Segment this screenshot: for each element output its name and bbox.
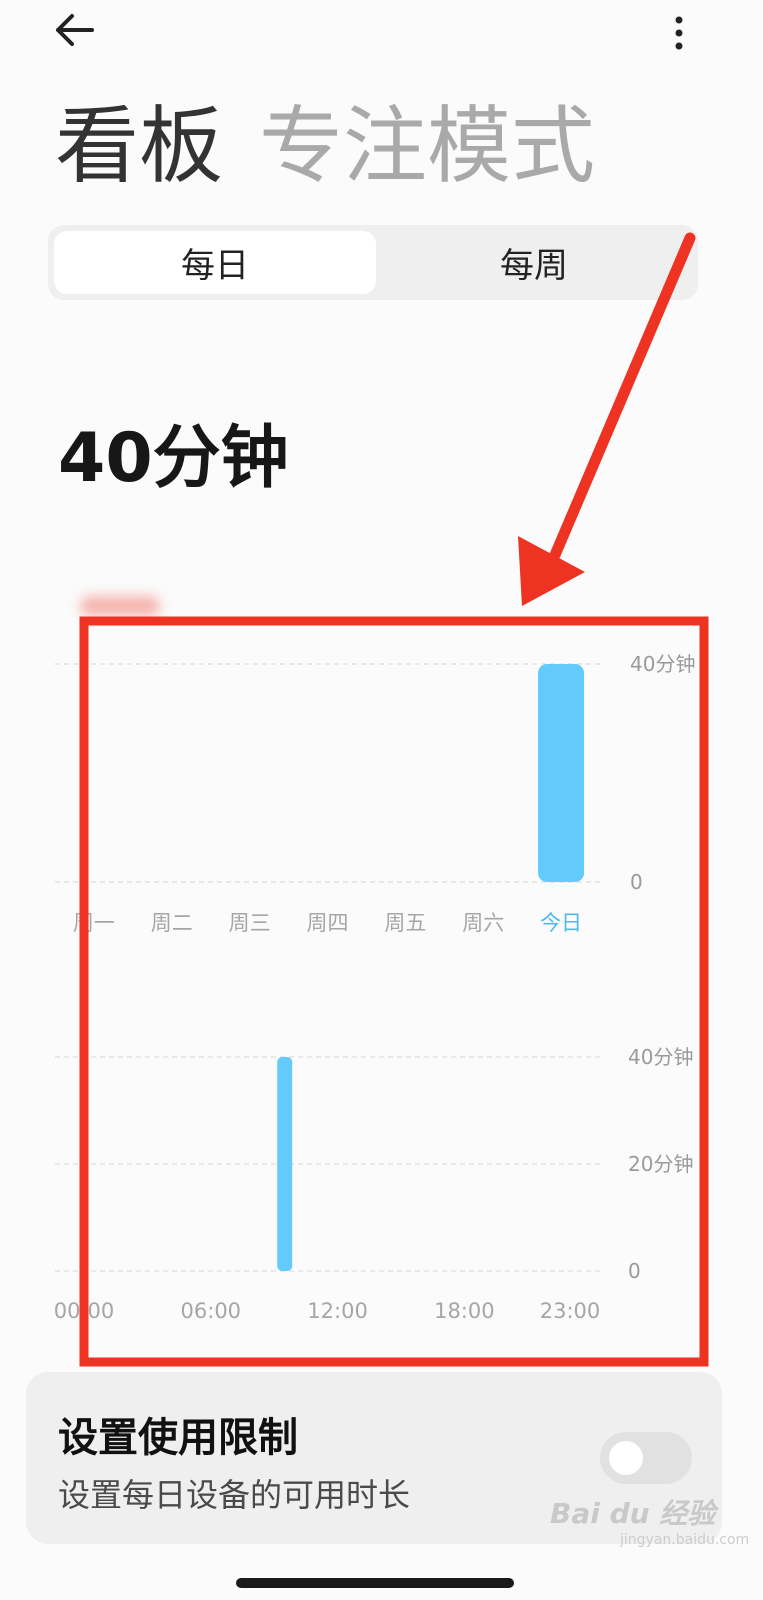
y-tick-label: 0	[630, 870, 643, 894]
home-indicator[interactable]	[236, 1578, 514, 1588]
watermark-logo: Bai du 经验	[550, 1497, 716, 1530]
x-tick-label: 06:00	[181, 1299, 242, 1323]
annotation-arrow-head	[518, 536, 585, 606]
hourly-bar-chart: 40分钟20分钟000:00 06:00 12:00 18:00 23:00	[54, 1045, 694, 1323]
device-limit-toggle[interactable]	[600, 1432, 692, 1484]
y-tick-label: 20分钟	[628, 1152, 693, 1176]
annotation-arrow-shaft	[549, 232, 696, 561]
charts-svg: 40分钟0周一 周二 周三 周四 周五 周六 今日 40分钟20分钟000:00 06:00 1…	[54, 232, 709, 1367]
bar	[538, 664, 585, 882]
x-tick-label: 周二	[151, 911, 193, 935]
watermark-url: jingyan.baidu.com	[620, 1532, 750, 1548]
x-tick-label: 周四	[307, 911, 349, 935]
x-tick-label: 12:00	[307, 1299, 368, 1323]
y-tick-label: 0	[628, 1259, 641, 1283]
weekly-bar-chart: 40分钟 0 周一 周二 周三 周四 周五 周六 今日	[55, 652, 695, 935]
y-tick-label: 40分钟	[628, 1045, 693, 1069]
x-tick-label: 23:00	[540, 1299, 601, 1323]
x-tick-label: 今日	[540, 911, 582, 935]
x-tick-label: 周三	[229, 911, 271, 935]
bar	[277, 1057, 293, 1271]
device-limit-subtitle: 设置每日设备的可用时长	[58, 1476, 411, 1514]
x-tick-label: 周一	[73, 911, 115, 935]
annotation-overlay	[79, 232, 709, 1367]
toggle-knob	[609, 1441, 643, 1475]
y-tick-label: 40分钟	[630, 652, 695, 676]
device-limit-title: 设置使用限制	[58, 1415, 298, 1461]
annotation-box	[79, 616, 709, 1367]
x-tick-label: 周六	[462, 911, 504, 935]
x-tick-label: 18:00	[434, 1299, 495, 1323]
x-tick-label: 周五	[384, 911, 426, 935]
